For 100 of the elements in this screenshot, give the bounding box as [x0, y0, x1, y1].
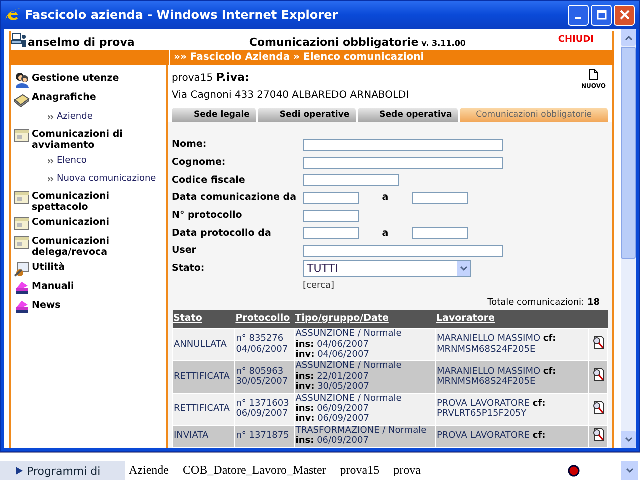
tab[interactable]: Sede operativa	[358, 108, 458, 122]
sidebar-item[interactable]: Comunicazioni delega/revoca	[32, 234, 166, 258]
magnifier-document-icon[interactable]	[592, 368, 604, 382]
magnifier-document-icon[interactable]	[592, 428, 604, 442]
field-label: Codice fiscale	[172, 174, 246, 186]
breadcrumb: »» Fascicolo Azienda » Elenco comunicazioni	[173, 52, 424, 63]
company-name: prova15	[172, 73, 214, 84]
minimize-button[interactable]	[568, 4, 589, 26]
user-name: anselmo di prova	[28, 36, 135, 49]
sidebar-item[interactable]: Anagrafiche	[32, 90, 96, 103]
document-icon	[588, 69, 599, 81]
table-cell: n° 835276 04/06/2007	[234, 328, 294, 361]
sidebar-subitem[interactable]: Elenco	[57, 156, 87, 166]
tab[interactable]: Sede legale	[172, 108, 256, 122]
window-icon	[14, 216, 30, 232]
people-icon	[14, 72, 30, 88]
table-cell: COB_Datore_Lavoro_Master	[182, 463, 326, 478]
computer-user-icon	[11, 33, 27, 49]
table-cell: TRASFORMAZIONE / Normale ins: 06/09/2007	[294, 425, 436, 448]
triangle-icon	[16, 467, 23, 475]
table-cell: prova15	[340, 463, 380, 478]
tools-icon	[14, 261, 30, 277]
close-icon	[620, 10, 630, 20]
input-field[interactable]	[303, 244, 503, 257]
tab[interactable]: Comunicazioni obbligatorie	[460, 108, 608, 122]
scroll-down-button[interactable]	[621, 431, 636, 448]
app-title: Comunicazioni obbligatorie	[249, 36, 419, 48]
scrollbar[interactable]	[620, 29, 636, 448]
total-label: Totale comunicazioni:	[488, 298, 585, 308]
total-count: 18	[587, 298, 600, 308]
field-label: Data comunicazione da	[172, 192, 298, 204]
field-label: Nome:	[172, 139, 208, 150]
browser-logo-icon	[5, 7, 21, 23]
books-icon	[14, 299, 30, 315]
sidebar-item[interactable]: Manuali	[32, 279, 74, 292]
sidebar-item[interactable]: Comunicazioni	[32, 215, 110, 228]
tab[interactable]: Sedi operative	[258, 108, 356, 122]
sidebar-item[interactable]: Utilità	[32, 260, 65, 273]
table-cell: PROVA LAVORATORE cf:	[436, 425, 588, 448]
magnifier-document-icon[interactable]	[592, 336, 604, 350]
books-icon	[14, 280, 30, 296]
double-chevron-icon	[48, 114, 54, 120]
date-field[interactable]	[303, 227, 359, 240]
table-cell: n° 1371603 06/09/2007	[234, 393, 294, 426]
scroll-down-button[interactable]	[621, 461, 638, 480]
field-label: Stato:	[172, 263, 206, 274]
table-cell: prova	[394, 463, 421, 478]
table-cell: ANNULLATA	[172, 328, 235, 361]
field-label: N° protocollo	[172, 210, 244, 222]
caret-icon	[460, 266, 468, 272]
table-cell: RETTIFICATA	[172, 393, 235, 426]
vat-label: P.iva:	[216, 71, 250, 84]
field-label: User	[172, 245, 198, 256]
close-link[interactable]: CHIUDI	[544, 33, 608, 47]
date-field[interactable]	[412, 192, 468, 204]
table-cell: ASSUNZIONE / Normale ins: 04/06/2007 inv: 04/06/2007	[294, 328, 436, 361]
sidebar-item[interactable]: News	[32, 298, 61, 311]
double-chevron-icon	[48, 158, 54, 164]
table-cell: ASSUNZIONE / Normale ins: 22/01/2007 inv: 30/05/2007	[294, 360, 436, 394]
window-icon	[14, 190, 30, 206]
sidebar-item[interactable]: Comunicazioni di avviamento	[32, 127, 166, 151]
company-address: Via Cagnoni 433 27040 ALBAREDO ARNABOLDI	[172, 89, 410, 103]
table-cell: MARANIELLO MASSIMO cf: MRNMSM68S24F205E	[436, 360, 588, 394]
double-chevron-icon	[48, 176, 54, 182]
table-cell: INVIATA	[172, 425, 235, 448]
date-field[interactable]	[412, 227, 468, 240]
scroll-up-button[interactable]	[621, 29, 636, 46]
field-label: Cognome:	[172, 157, 227, 168]
table-cell: n° 1371875	[234, 425, 294, 448]
nav-item[interactable]: Programmi di	[0, 461, 125, 480]
window-icon	[14, 235, 30, 251]
sidebar-subitem[interactable]: Nuova comunicazione	[57, 174, 156, 184]
table-cell: n° 805963 30/05/2007	[234, 360, 294, 394]
input-field[interactable]	[303, 156, 503, 169]
status-dropdown[interactable]: TUTTI	[303, 260, 471, 278]
table-cell: MARANIELLO MASSIMO cf: MRNMSM68S24F205E	[436, 328, 588, 361]
date-field[interactable]	[303, 192, 359, 204]
table-cell: ASSUNZIONE / Normale ins: 06/09/2007 inv: 06/09/2007	[294, 393, 436, 426]
maximize-button[interactable]	[591, 4, 612, 26]
field-label: a	[381, 228, 390, 239]
scroll-thumb[interactable]	[621, 47, 636, 259]
field-label: a	[381, 192, 390, 204]
sidebar-item[interactable]: Comunicazioni spettacolo	[32, 189, 166, 213]
input-field[interactable]	[303, 138, 503, 151]
maximize-icon	[596, 10, 606, 20]
field-label: Data protocollo da	[172, 228, 272, 239]
input-field[interactable]	[303, 210, 359, 222]
magnifier-document-icon[interactable]	[592, 400, 604, 415]
minimize-icon	[574, 17, 580, 19]
search-link[interactable]: [cerca]	[303, 281, 334, 292]
table-cell: Aziende	[129, 463, 169, 478]
input-field[interactable]	[303, 174, 399, 186]
sidebar-item[interactable]: Gestione utenze	[32, 71, 120, 84]
sidebar-subitem[interactable]: Aziende	[57, 112, 93, 122]
table-cell: PROVA LAVORATORE cf: PRVLRT65P15F205Y	[436, 393, 588, 426]
window-title: Fascicolo azienda - Windows Internet Explorer	[25, 8, 340, 22]
window-icon	[14, 128, 30, 144]
close-button[interactable]	[614, 4, 635, 26]
table-cell: RETTIFICATA	[172, 360, 235, 394]
app-version: v. 3.11.00	[422, 38, 466, 48]
